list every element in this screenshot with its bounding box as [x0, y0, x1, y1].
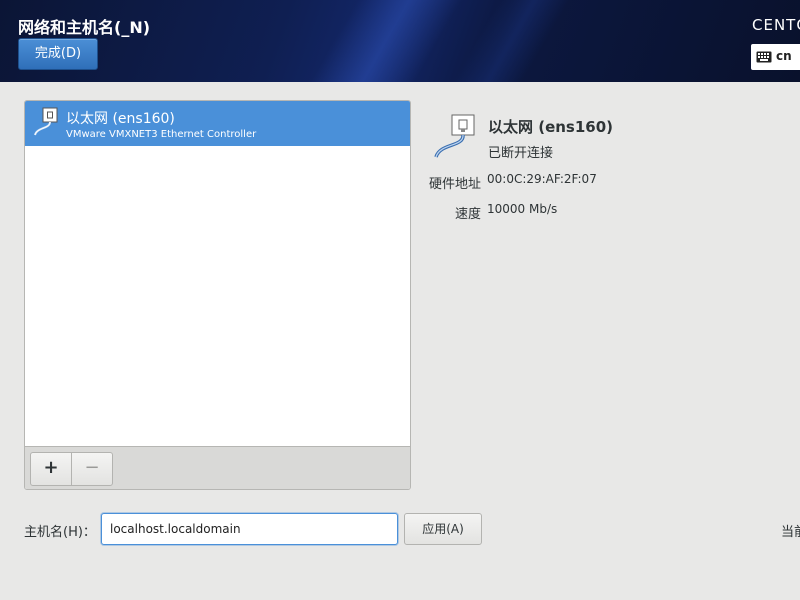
page-title: 网络和主机名(_N) [18, 18, 151, 37]
connection-list-panel: 以太网 (ens160) VMware VMXNET3 Ethernet Con… [24, 100, 411, 490]
hardware-address-value: 00:0C:29:AF:2F:07 [487, 172, 597, 186]
network-wired-icon [34, 107, 58, 136]
connection-list-toolbar: + − [25, 446, 410, 489]
hostname-input[interactable] [101, 513, 398, 545]
network-wired-icon [434, 114, 475, 158]
detail-connection-name: 以太网 (ens160) [488, 118, 614, 136]
hardware-address-label: 硬件地址 [428, 177, 481, 192]
add-connection-button[interactable]: + [30, 452, 72, 486]
keyboard-layout-indicator[interactable]: cn [751, 44, 800, 70]
keyboard-layout-label: cn [776, 49, 792, 63]
keyboard-icon [756, 51, 772, 63]
header-bar: 网络和主机名(_N) 完成(D) CENTOS cn [0, 0, 800, 82]
speed-value: 10000 Mb/s [487, 202, 558, 216]
distro-name: CENTOS [752, 16, 800, 34]
speed-label: 速度 [454, 207, 481, 222]
apply-hostname-button[interactable]: 应用(A) [404, 513, 482, 545]
done-button[interactable]: 完成(D) [18, 38, 98, 70]
connection-description: VMware VMXNET3 Ethernet Controller [66, 129, 257, 140]
connection-item-ens160[interactable]: 以太网 (ens160) VMware VMXNET3 Ethernet Con… [25, 101, 410, 146]
connection-status: 已断开连接 [488, 146, 554, 161]
connection-name: 以太网 (ens160) [66, 111, 175, 127]
current-hostname-label: 当前 [781, 525, 800, 540]
remove-connection-button[interactable]: − [71, 452, 113, 486]
hostname-label: 主机名(H)： [24, 525, 96, 540]
